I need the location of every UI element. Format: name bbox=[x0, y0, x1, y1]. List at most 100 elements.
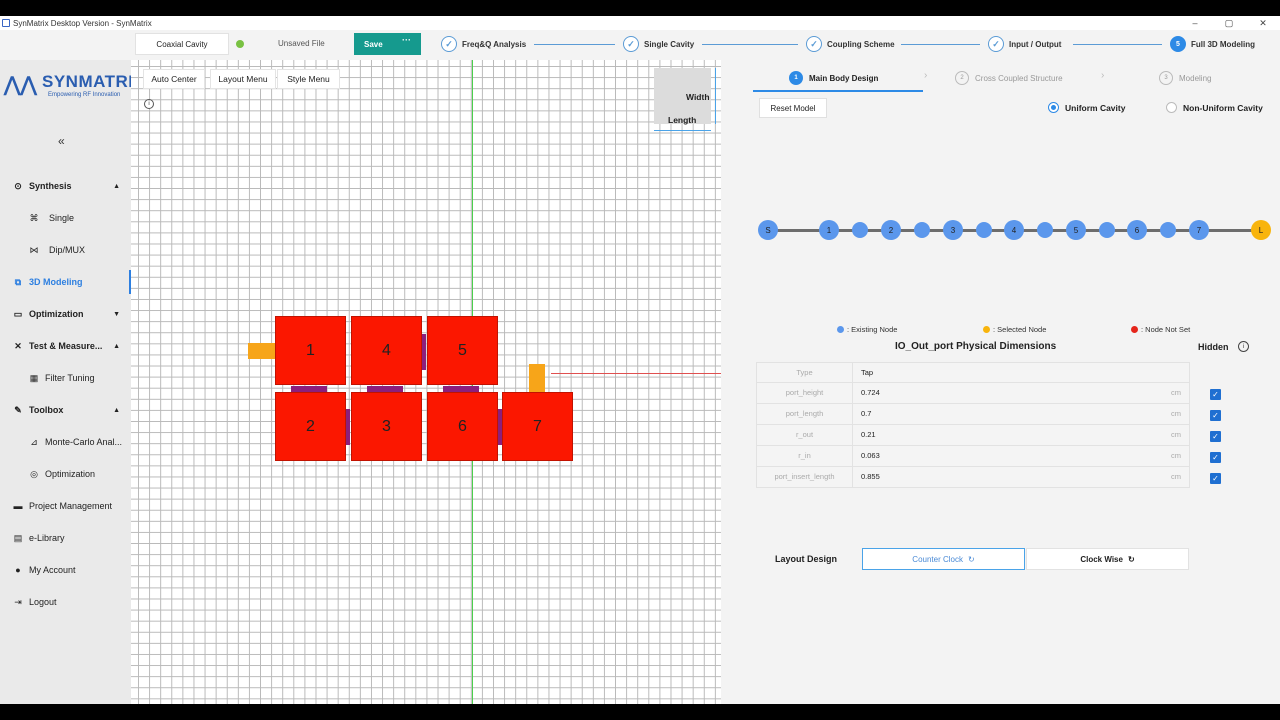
node-coupling[interactable] bbox=[1160, 222, 1176, 238]
step-label: Full 3D Modeling bbox=[1191, 39, 1255, 49]
auto-center-button[interactable]: Auto Center bbox=[143, 69, 205, 89]
param-value[interactable]: 0.724 bbox=[861, 383, 880, 403]
info-icon[interactable]: i bbox=[1238, 341, 1249, 352]
node-2[interactable]: 2 bbox=[881, 220, 901, 240]
app-icon bbox=[2, 19, 10, 27]
step-connector bbox=[901, 44, 980, 45]
sidebar-item-3d-modeling[interactable]: ⧉ 3D Modeling bbox=[0, 270, 131, 294]
output-port[interactable] bbox=[529, 364, 545, 392]
sidebar-item-single[interactable]: ⌘ Single bbox=[0, 208, 131, 228]
cavity-6[interactable]: 6 bbox=[427, 392, 498, 461]
close-icon[interactable]: ✕ bbox=[1246, 18, 1280, 29]
window-title: SynMatrix Desktop Version - SynMatrix bbox=[13, 18, 152, 28]
node-coupling[interactable] bbox=[914, 222, 930, 238]
more-icon[interactable]: ··· bbox=[402, 35, 411, 45]
sidebar-item-optimization[interactable]: ▭ Optimization ▼ bbox=[0, 304, 131, 324]
param-value[interactable]: 0.063 bbox=[861, 446, 880, 466]
cavity-3[interactable]: 3 bbox=[351, 392, 422, 461]
cavity-2[interactable]: 2 bbox=[275, 392, 346, 461]
info-icon[interactable]: i bbox=[144, 99, 154, 109]
sidebar-item-filter-tuning[interactable]: ▦ Filter Tuning bbox=[0, 368, 131, 388]
sidebar-item-project-management[interactable]: ▬ Project Management bbox=[0, 496, 131, 516]
tab-cross-coupled-structure[interactable]: 2 Cross Coupled Structure bbox=[955, 70, 1063, 86]
sidebar-item-toolbox-optimization[interactable]: ◎ Optimization bbox=[0, 464, 131, 484]
node-coupling[interactable] bbox=[976, 222, 992, 238]
node-3[interactable]: 3 bbox=[943, 220, 963, 240]
node-source[interactable]: S bbox=[758, 220, 778, 240]
sidebar-item-label: Test & Measure... bbox=[29, 341, 103, 351]
sidebar-item-e-library[interactable]: ▤ e-Library bbox=[0, 528, 131, 548]
target-icon: ◎ bbox=[30, 468, 38, 479]
param-value[interactable]: Tap bbox=[861, 363, 873, 383]
sidebar-item-logout[interactable]: ⇥ Logout bbox=[0, 592, 131, 612]
sidebar-item-test-measure[interactable]: ✕ Test & Measure... ▲ bbox=[0, 336, 131, 356]
radio-selected-icon bbox=[1048, 102, 1059, 113]
input-port[interactable] bbox=[248, 343, 276, 359]
collapse-sidebar-icon[interactable]: « bbox=[58, 134, 65, 148]
cavity-7[interactable]: 7 bbox=[502, 392, 573, 461]
hidden-checkbox-r-out[interactable]: ✓ bbox=[1210, 431, 1221, 442]
sidebar-item-label: Synthesis bbox=[29, 181, 72, 191]
sidebar-item-monte-carlo[interactable]: ⊿ Monte-Carlo Anal... bbox=[0, 432, 131, 452]
sidebar-item-label: Optimization bbox=[45, 469, 96, 479]
sidebar-item-dip-mux[interactable]: ⋈ Dip/MUX bbox=[0, 240, 131, 260]
node-7[interactable]: 7 bbox=[1189, 220, 1209, 240]
clock-wise-button[interactable]: Clock Wise ↻ bbox=[1026, 548, 1189, 570]
hidden-checkbox-port-height[interactable]: ✓ bbox=[1210, 389, 1221, 400]
step-freq-q-analysis[interactable]: ✓ Freq&Q Analysis bbox=[441, 35, 526, 53]
counter-clock-button[interactable]: Counter Clock ↻ bbox=[862, 548, 1025, 570]
step-full-3d-modeling[interactable]: 5 Full 3D Modeling bbox=[1170, 35, 1255, 53]
node-coupling[interactable] bbox=[1037, 222, 1053, 238]
sidebar-item-toolbox[interactable]: ✎ Toolbox ▲ bbox=[0, 400, 131, 420]
radio-uniform-cavity[interactable]: Uniform Cavity bbox=[1048, 102, 1125, 113]
sidebar-item-synthesis[interactable]: ⊙ Synthesis ▲ bbox=[0, 176, 131, 196]
minimize-icon[interactable]: – bbox=[1178, 18, 1212, 28]
dimensions-table: Type Tap port_height 0.724 cm port_lengt… bbox=[756, 362, 1190, 488]
table-row: Type Tap bbox=[756, 362, 1190, 383]
node-coupling[interactable] bbox=[1099, 222, 1115, 238]
table-row: r_in 0.063 cm bbox=[756, 446, 1190, 467]
file-type-selector[interactable]: Coaxial Cavity bbox=[135, 33, 229, 55]
node-6[interactable]: 6 bbox=[1127, 220, 1147, 240]
param-value[interactable]: 0.7 bbox=[861, 404, 871, 424]
legend-dot-icon bbox=[983, 326, 990, 333]
node-coupling[interactable] bbox=[852, 222, 868, 238]
layout-menu-button[interactable]: Layout Menu bbox=[210, 69, 276, 89]
step-coupling-scheme[interactable]: ✓ Coupling Scheme bbox=[806, 35, 895, 53]
radio-non-uniform-cavity[interactable]: Non-Uniform Cavity bbox=[1166, 102, 1263, 113]
reset-model-button[interactable]: Reset Model bbox=[759, 98, 827, 118]
step-connector bbox=[534, 44, 615, 45]
step-label: Single Cavity bbox=[644, 39, 695, 49]
step-connector bbox=[702, 44, 798, 45]
param-unit: cm bbox=[1171, 451, 1181, 460]
param-value[interactable]: 0.21 bbox=[861, 425, 876, 445]
maximize-icon[interactable]: ▢ bbox=[1212, 18, 1246, 29]
radio-label: Uniform Cavity bbox=[1065, 102, 1126, 113]
cavity-4[interactable]: 4 bbox=[351, 316, 422, 385]
node-1[interactable]: 1 bbox=[819, 220, 839, 240]
tab-main-body-design[interactable]: 1 Main Body Design bbox=[789, 70, 878, 86]
node-load[interactable]: L bbox=[1251, 220, 1271, 240]
save-label: Save bbox=[364, 39, 383, 49]
hidden-checkbox-port-insert-length[interactable]: ✓ bbox=[1210, 473, 1221, 484]
style-menu-button[interactable]: Style Menu bbox=[277, 69, 340, 89]
param-value[interactable]: 0.855 bbox=[861, 467, 880, 487]
hidden-checkbox-port-length[interactable]: ✓ bbox=[1210, 410, 1221, 421]
step-single-cavity[interactable]: ✓ Single Cavity bbox=[623, 35, 694, 53]
layout-canvas[interactable]: Auto Center Layout Menu Style Menu i Wid… bbox=[131, 60, 721, 704]
param-unit: cm bbox=[1171, 430, 1181, 439]
step-input-output[interactable]: ✓ Input / Output bbox=[988, 35, 1061, 53]
tab-label: Cross Coupled Structure bbox=[975, 73, 1063, 83]
chevron-up-icon: ▲ bbox=[113, 182, 120, 190]
node-4[interactable]: 4 bbox=[1004, 220, 1024, 240]
cavity-5[interactable]: 5 bbox=[427, 316, 498, 385]
save-button[interactable]: Save ··· bbox=[354, 33, 421, 55]
node-5[interactable]: 5 bbox=[1066, 220, 1086, 240]
param-name: port_length bbox=[757, 404, 853, 424]
hidden-checkbox-r-in[interactable]: ✓ bbox=[1210, 452, 1221, 463]
sidebar-item-my-account[interactable]: ● My Account bbox=[0, 560, 131, 580]
file-status: Unsaved File bbox=[278, 39, 325, 48]
tab-modeling[interactable]: 3 Modeling bbox=[1159, 70, 1211, 86]
rotate-icon: ↻ bbox=[1127, 554, 1135, 564]
cavity-1[interactable]: 1 bbox=[275, 316, 346, 385]
